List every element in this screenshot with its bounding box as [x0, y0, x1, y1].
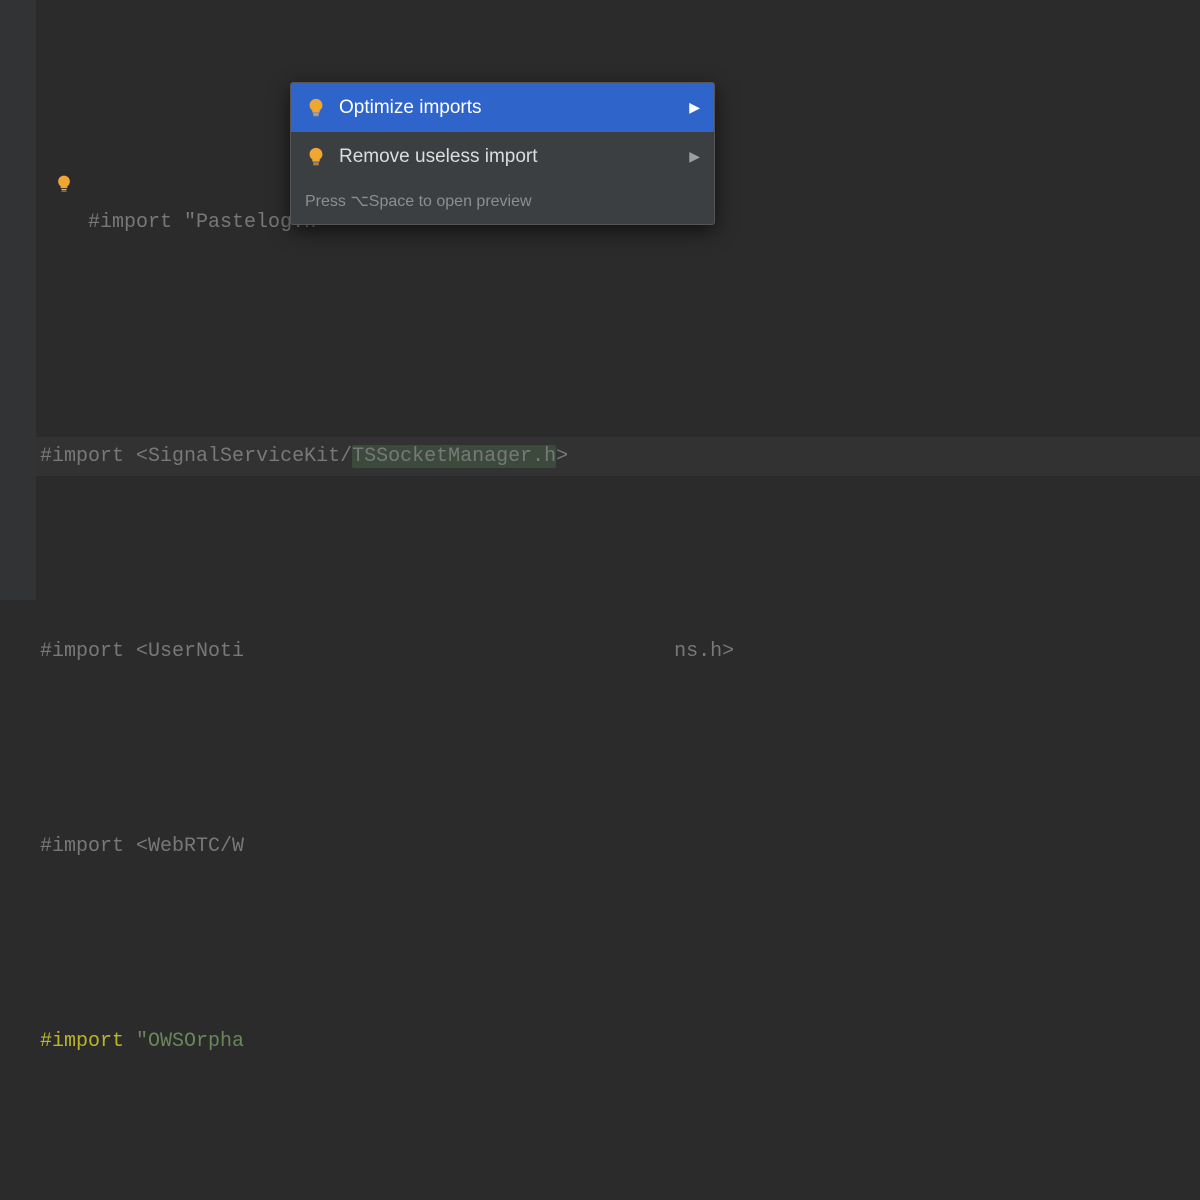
code-line[interactable]: #import <UserNotins.h>	[36, 632, 1200, 671]
code-line[interactable]: #import "OWSOrpha	[36, 1022, 1200, 1061]
code-line-highlighted[interactable]: #import <SignalServiceKit/TSSocketManage…	[36, 437, 1200, 476]
code-line[interactable]: #import <WebRTC/W	[36, 827, 1200, 866]
submenu-arrow-icon: ▶	[689, 94, 700, 121]
popup-item-remove-useless-import[interactable]: Remove useless import ▶	[291, 132, 714, 181]
import-directive: #import	[40, 640, 124, 663]
intention-actions-popup[interactable]: Optimize imports ▶ Remove useless import…	[290, 82, 715, 225]
import-directive: #import	[88, 211, 172, 234]
submenu-arrow-icon: ▶	[689, 143, 700, 170]
popup-item-label: Optimize imports	[339, 89, 482, 126]
intention-bulb-icon[interactable]	[54, 174, 74, 194]
popup-item-optimize-imports[interactable]: Optimize imports ▶	[291, 83, 714, 132]
popup-hint: Press ⌥Space to open preview	[291, 181, 714, 224]
import-directive: #import	[40, 835, 124, 858]
highlighted-header: TSSocketManager.h	[352, 445, 556, 468]
popup-item-label: Remove useless import	[339, 138, 538, 175]
lightbulb-icon	[305, 146, 327, 168]
lightbulb-icon	[305, 97, 327, 119]
editor-gutter	[0, 0, 36, 600]
import-directive: #import	[40, 445, 124, 468]
import-directive: #import	[40, 1030, 124, 1053]
import-target: "OWSOrpha	[136, 1030, 244, 1053]
